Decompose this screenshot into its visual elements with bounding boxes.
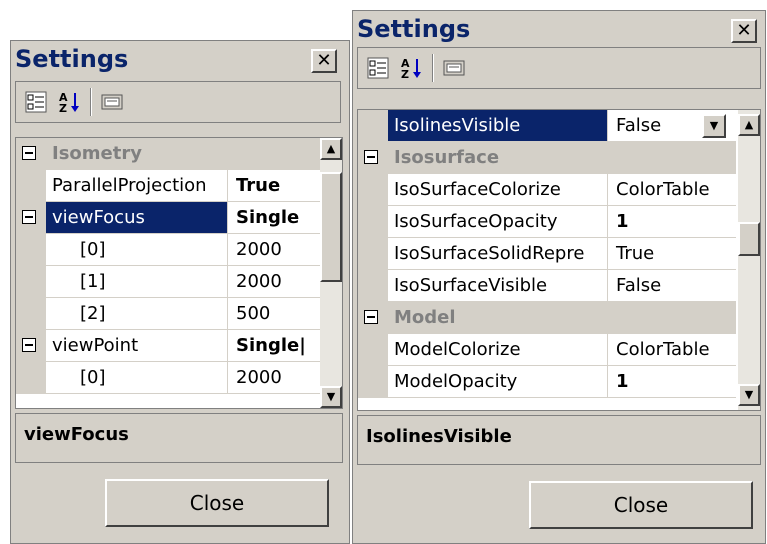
property-row[interactable]: [1] 2000 [16,266,322,298]
svg-text:Z: Z [59,102,67,114]
dropdown-arrow-icon[interactable]: ▼ [702,114,726,138]
close-icon[interactable]: ✕ [311,49,337,73]
collapse-icon[interactable] [364,310,378,324]
property-row[interactable]: IsolinesVisible False ▼ [358,110,736,142]
category-row[interactable]: Model [358,302,736,334]
property-row[interactable]: IsoSurfaceOpacity 1 [358,206,736,238]
category-row[interactable]: Isometry [16,138,322,170]
close-icon[interactable]: ✕ [731,19,757,43]
toolbar: AZ [15,81,341,123]
scroll-up-icon[interactable]: ▲ [738,114,760,136]
property-row[interactable]: viewFocus Single [16,202,322,234]
svg-text:Z: Z [401,68,409,80]
collapse-icon[interactable] [22,146,36,160]
property-row[interactable]: [0] 2000 [16,234,322,266]
alphabetical-sort-icon[interactable]: AZ [56,88,84,116]
settings-window-left: Settings ✕ AZ Isometry ParallelProjectio… [10,40,350,544]
window-title: Settings [15,45,129,73]
property-row[interactable]: viewPoint Single| [16,330,322,362]
category-row[interactable]: Isosurface [358,142,736,174]
close-button[interactable]: Close [529,481,753,529]
toolbar: AZ [357,47,761,89]
property-grid[interactable]: IsolinesVisible False ▼ Isosurface IsoSu… [357,109,761,411]
description-pane: IsolinesVisible [357,415,761,465]
alphabetical-sort-icon[interactable]: AZ [398,54,426,82]
window-title: Settings [357,15,471,43]
scroll-thumb[interactable] [320,172,342,282]
vertical-scrollbar[interactable]: ▲ ▼ [320,138,342,408]
property-row[interactable]: ParallelProjection True [16,170,322,202]
toolbar-separator [432,54,434,82]
scroll-down-icon[interactable]: ▼ [738,384,760,406]
property-pages-icon[interactable] [98,88,126,116]
property-row[interactable]: ModelColorize ColorTable [358,334,736,366]
categorized-icon[interactable] [364,54,392,82]
description-pane: viewFocus [15,413,343,463]
collapse-icon[interactable] [364,150,378,164]
toolbar-separator [90,88,92,116]
vertical-scrollbar[interactable]: ▲ ▼ [738,110,760,410]
settings-window-right: Settings ✕ AZ IsolinesVisible False ▼ Is… [352,10,766,544]
property-row[interactable]: IsoSurfaceVisible False [358,270,736,302]
property-row[interactable]: IsoSurfaceSolidRepre True [358,238,736,270]
property-row[interactable]: [0] 2000 [16,362,322,394]
collapse-icon[interactable] [22,338,36,352]
close-button[interactable]: Close [105,479,329,527]
categorized-icon[interactable] [22,88,50,116]
scroll-thumb[interactable] [738,222,760,256]
property-row[interactable]: IsoSurfaceColorize ColorTable [358,174,736,206]
property-row[interactable]: ModelOpacity 1 [358,366,736,398]
collapse-icon[interactable] [22,210,36,224]
scroll-down-icon[interactable]: ▼ [320,386,342,408]
property-pages-icon[interactable] [440,54,468,82]
property-grid[interactable]: Isometry ParallelProjection True viewFoc… [15,137,343,409]
property-row[interactable]: [2] 500 [16,298,322,330]
scroll-up-icon[interactable]: ▲ [320,138,342,160]
